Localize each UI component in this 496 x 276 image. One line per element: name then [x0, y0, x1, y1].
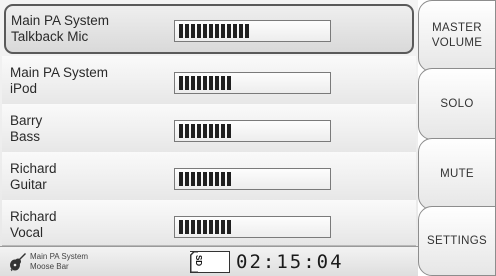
channel-name-line2: Vocal	[10, 225, 44, 240]
level-segment	[221, 124, 225, 138]
venue-name: Moose Bar	[30, 262, 69, 271]
level-segment	[197, 172, 201, 186]
level-segment	[245, 24, 249, 38]
level-segment	[197, 220, 201, 234]
level-segment	[227, 76, 231, 90]
level-segment	[209, 24, 213, 38]
clock-display: 02:15:04	[236, 251, 344, 273]
channel-row-vocal[interactable]: Richard Vocal	[2, 200, 416, 246]
solo-tab[interactable]: SOLO	[418, 68, 496, 140]
mute-tab[interactable]: MUTE	[418, 138, 496, 210]
level-meter[interactable]	[174, 120, 331, 142]
guitar-icon	[10, 253, 26, 272]
mixer-screen: Main PA System Talkback Mic Main PA Syst…	[0, 0, 496, 276]
level-segment	[191, 220, 195, 234]
level-segment	[227, 124, 231, 138]
level-segment	[221, 172, 225, 186]
level-segment	[185, 220, 189, 234]
level-segment	[239, 24, 243, 38]
channel-list: Main PA System Talkback Mic Main PA Syst…	[0, 0, 418, 246]
settings-label: SETTINGS	[427, 234, 487, 247]
level-segment	[191, 24, 195, 38]
side-tabs: MASTER VOLUME SOLO MUTE SETTINGS	[418, 0, 496, 276]
venue-info: Main PA System Moose Bar	[30, 252, 88, 272]
level-meter[interactable]	[174, 216, 331, 238]
master-volume-label: MASTER VOLUME	[432, 21, 482, 51]
channel-name-line2: Guitar	[10, 177, 47, 192]
level-segment	[191, 76, 195, 90]
channel-row-guitar[interactable]: Richard Guitar	[2, 152, 416, 204]
channel-row-talkback-mic[interactable]: Main PA System Talkback Mic	[4, 4, 414, 54]
level-segment	[215, 124, 219, 138]
channel-name-line1: Richard	[10, 161, 57, 176]
level-meter[interactable]	[174, 168, 331, 190]
channel-name-line2: Bass	[10, 129, 41, 144]
level-segment	[197, 124, 201, 138]
level-segment	[221, 220, 225, 234]
settings-tab[interactable]: SETTINGS	[418, 206, 496, 276]
level-meter[interactable]	[174, 20, 331, 42]
level-segment	[203, 220, 207, 234]
level-segment	[185, 24, 189, 38]
channel-name: Main PA System Talkback Mic	[11, 13, 109, 45]
channel-name: Main PA System iPod	[10, 65, 108, 97]
level-segment	[197, 24, 201, 38]
level-segment	[209, 220, 213, 234]
level-segment	[191, 124, 195, 138]
level-segment	[227, 220, 231, 234]
level-segment	[203, 172, 207, 186]
level-segment	[209, 76, 213, 90]
master-volume-line1: MASTER	[432, 22, 482, 34]
level-segment	[227, 172, 231, 186]
level-segment	[209, 172, 213, 186]
level-segment	[227, 24, 231, 38]
level-segment	[191, 172, 195, 186]
system-name: Main PA System	[30, 252, 89, 261]
channel-name-line1: Barry	[10, 113, 43, 128]
level-segment	[221, 76, 225, 90]
level-segment	[185, 76, 189, 90]
channel-name: Richard Vocal	[10, 209, 57, 241]
level-segment	[215, 24, 219, 38]
status-bar: Main PA System Moose Bar SD 02:15:04	[0, 246, 418, 276]
level-segment	[179, 220, 183, 234]
channel-name-line2: Talkback Mic	[11, 29, 89, 44]
level-segment	[215, 172, 219, 186]
channel-row-bass[interactable]: Barry Bass	[2, 104, 416, 156]
level-segment	[185, 124, 189, 138]
level-segment	[209, 124, 213, 138]
solo-label: SOLO	[440, 97, 474, 110]
mute-label: MUTE	[440, 167, 474, 180]
level-segment	[179, 76, 183, 90]
level-segment	[197, 76, 201, 90]
level-segment	[179, 24, 183, 38]
sd-label: SD	[194, 254, 204, 267]
level-segment	[221, 24, 225, 38]
level-segment	[185, 172, 189, 186]
level-segment	[203, 124, 207, 138]
level-segment	[203, 76, 207, 90]
channel-name-line1: Richard	[10, 209, 57, 224]
channel-name: Richard Guitar	[10, 161, 57, 193]
level-segment	[233, 24, 237, 38]
level-segment	[215, 76, 219, 90]
channel-name: Barry Bass	[10, 113, 42, 145]
master-volume-line2: VOLUME	[431, 37, 483, 49]
level-segment	[179, 172, 183, 186]
channel-row-ipod[interactable]: Main PA System iPod	[2, 56, 416, 108]
level-segment	[203, 24, 207, 38]
level-meter[interactable]	[174, 72, 331, 94]
channel-name-line1: Main PA System	[10, 65, 109, 80]
master-volume-tab[interactable]: MASTER VOLUME	[418, 0, 496, 72]
channel-name-line2: iPod	[10, 81, 38, 96]
level-segment	[179, 124, 183, 138]
level-segment	[215, 220, 219, 234]
channel-name-line1: Main PA System	[11, 13, 110, 28]
